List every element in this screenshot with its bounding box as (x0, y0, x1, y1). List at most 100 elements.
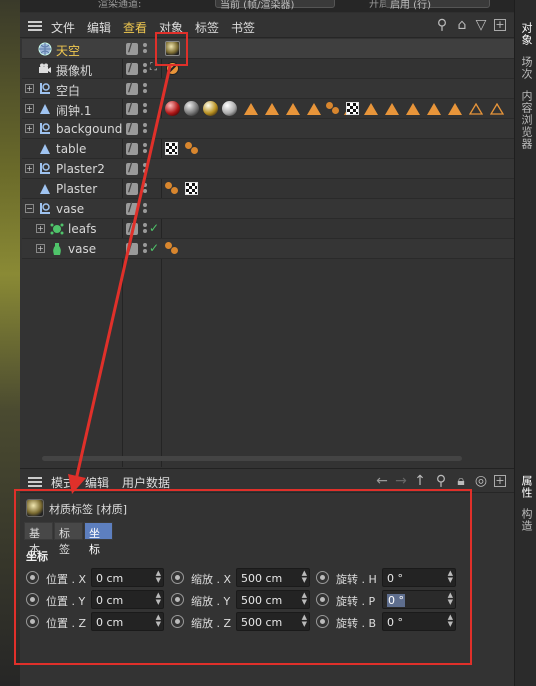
search-icon[interactable]: ⚲ (433, 473, 449, 489)
phong-tag-icon[interactable] (265, 103, 279, 115)
phong-tag-outline-icon[interactable] (469, 103, 483, 115)
menu-view[interactable]: 查看 (123, 19, 147, 36)
up-arrow-icon[interactable]: ↑ (412, 473, 428, 489)
expand-icon[interactable]: + (25, 124, 34, 133)
material-tag-icon[interactable] (184, 101, 199, 116)
horizontal-scrollbar[interactable] (42, 456, 462, 461)
visibility-dots-icon[interactable] (143, 161, 147, 177)
list-item[interactable]: + backgound (22, 119, 514, 139)
list-item[interactable]: table (22, 139, 514, 159)
visibility-dots-icon[interactable] (143, 101, 147, 117)
enabled-check-icon[interactable]: ✓ (149, 241, 159, 255)
editor-visibility-icon[interactable] (126, 160, 138, 175)
material-tag-icon[interactable] (165, 101, 180, 116)
phong-tag-icon[interactable] (364, 103, 378, 115)
home-icon[interactable]: ⌂ (454, 17, 470, 33)
visibility-dots-icon[interactable] (143, 221, 147, 237)
visibility-dots-icon[interactable] (143, 201, 147, 217)
editor-visibility-icon[interactable] (126, 80, 138, 95)
editor-visibility-icon[interactable] (126, 240, 138, 255)
filter-icon[interactable]: ▽ (473, 17, 489, 33)
visibility-dots-icon[interactable] (143, 41, 147, 57)
uvw-tag-icon[interactable] (326, 101, 340, 115)
null-icon (40, 203, 50, 214)
expand-icon[interactable]: + (36, 244, 45, 253)
target-icon[interactable]: ◎ (473, 473, 489, 489)
phong-tag-icon[interactable] (427, 103, 441, 115)
enabled-check-icon[interactable]: ✓ (149, 221, 159, 235)
search-icon[interactable]: ⚲ (434, 17, 450, 33)
expand-icon[interactable]: + (25, 104, 34, 113)
visibility-dots-icon[interactable] (143, 181, 147, 197)
object-name: table (56, 142, 87, 156)
forward-arrow-icon[interactable]: → (393, 473, 409, 489)
visibility-dots-icon[interactable] (143, 241, 147, 257)
list-item[interactable]: + vase ✓ (22, 239, 514, 259)
visibility-dots-icon[interactable] (143, 121, 147, 137)
material-tag-icon[interactable] (203, 101, 218, 116)
object-name: vase (56, 202, 85, 216)
tab-content-browser[interactable]: 内容浏览器 (518, 90, 534, 150)
collapse-icon[interactable]: − (25, 204, 34, 213)
list-item[interactable]: − vase (22, 199, 514, 219)
uvw-tag-icon[interactable] (165, 181, 179, 195)
menu-tags[interactable]: 标签 (195, 19, 219, 36)
expand-icon[interactable]: + (25, 84, 34, 93)
editor-visibility-icon[interactable] (126, 180, 138, 195)
phong-tag-icon[interactable] (406, 103, 420, 115)
list-item[interactable]: + 空白 (22, 79, 514, 99)
list-item[interactable]: 摄像机 ⛶ (22, 59, 514, 79)
tab-structure[interactable]: 构造 (518, 508, 534, 532)
tab-objects[interactable]: 对象 (518, 22, 534, 46)
material-tag-icon[interactable] (185, 182, 198, 195)
uvw-tag-icon[interactable] (165, 241, 179, 255)
tab-takes[interactable]: 场次 (518, 56, 534, 80)
editor-visibility-icon[interactable] (126, 220, 138, 235)
null-icon (40, 123, 50, 134)
editor-visibility-icon[interactable] (126, 60, 138, 75)
visibility-dots-icon[interactable] (143, 61, 147, 77)
polygon-icon (40, 104, 50, 114)
phong-tag-icon[interactable] (307, 103, 321, 115)
visibility-dots-icon[interactable] (143, 141, 147, 157)
menu-edit[interactable]: 编辑 (87, 19, 111, 36)
editor-visibility-icon[interactable] (126, 40, 138, 55)
object-name: Plaster (56, 182, 98, 196)
list-item[interactable]: + 闹钟.1 (22, 99, 514, 119)
back-arrow-icon[interactable]: ← (374, 473, 390, 489)
null-icon (40, 163, 50, 174)
object-name: 摄像机 (56, 64, 93, 78)
uvw-tag-icon[interactable] (185, 141, 199, 155)
new-window-icon[interactable]: + (494, 19, 506, 31)
menu-icon[interactable] (28, 21, 42, 31)
expand-icon[interactable]: + (36, 224, 45, 233)
list-item[interactable]: + Plaster2 (22, 159, 514, 179)
menu-file[interactable]: 文件 (51, 19, 75, 36)
phong-tag-outline-icon[interactable] (490, 103, 504, 115)
lathe-icon (53, 243, 61, 255)
list-item[interactable]: Plaster (22, 179, 514, 199)
phong-tag-icon[interactable] (448, 103, 462, 115)
editor-visibility-icon[interactable] (126, 120, 138, 135)
phong-tag-icon[interactable] (385, 103, 399, 115)
lock-icon[interactable]: 🔒︎ (453, 473, 469, 489)
enable-combo[interactable]: 启用 (行) (385, 0, 490, 11)
visibility-dots-icon[interactable] (143, 81, 147, 97)
expand-icon[interactable]: + (25, 164, 34, 173)
editor-visibility-icon[interactable] (126, 200, 138, 215)
render-channel-combo[interactable]: 当前 (帧/渲染器) (215, 0, 335, 11)
list-item[interactable]: 天空 (22, 39, 514, 59)
editor-visibility-icon[interactable] (126, 140, 138, 155)
menu-bookmarks[interactable]: 书签 (231, 19, 255, 36)
new-window-icon[interactable]: + (494, 475, 506, 487)
material-tag-icon[interactable] (165, 142, 178, 155)
tab-attributes[interactable]: 属性 (518, 475, 534, 499)
render-channel-label: 渲染通道: (98, 0, 142, 10)
menu-icon[interactable] (28, 477, 42, 487)
material-tag-icon[interactable] (222, 101, 237, 116)
object-name: vase (68, 242, 97, 256)
list-item[interactable]: + leafs ✓ (22, 219, 514, 239)
phong-tag-icon[interactable] (286, 103, 300, 115)
phong-tag-icon[interactable] (244, 103, 258, 115)
editor-visibility-icon[interactable] (126, 100, 138, 115)
